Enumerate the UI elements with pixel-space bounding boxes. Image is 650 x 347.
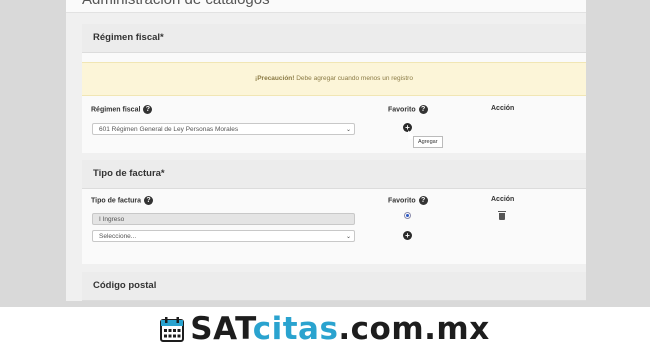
alert-text: Debe agregar cuando menos un registro (294, 75, 413, 82)
codigo-card-title: Código postal (93, 280, 157, 291)
brand-part1: SAT (190, 311, 253, 347)
add-tooltip: Agregar (413, 136, 443, 148)
regimen-card-title: Régimen fiscal* (93, 32, 164, 43)
brand-part2: citas (252, 311, 339, 347)
regimen-column-header: Régimen fiscal? (91, 105, 153, 114)
tipo-select-placeholder: Seleccione... (99, 233, 137, 240)
alert-strong: ¡Precaución! (255, 75, 295, 82)
favorito-radio[interactable] (404, 212, 411, 219)
regimen-select[interactable]: 601 Régimen General de Ley Personas Mora… (92, 123, 355, 135)
app-screen: Administración de catálogos Régimen fisc… (66, 0, 586, 301)
brand-part3: .com.mx (338, 311, 490, 347)
favorito-column-label: Favorito (388, 197, 416, 205)
footer-banner: SATcitas.com.mx (0, 307, 650, 347)
help-icon[interactable]: ? (144, 196, 154, 205)
help-icon[interactable]: ? (418, 196, 428, 205)
calendar-icon (160, 317, 185, 342)
chevron-down-icon: ⌄ (345, 127, 351, 133)
brand-logo[interactable]: SATcitas.com.mx (0, 311, 650, 347)
help-icon[interactable]: ? (143, 105, 153, 114)
tipo-card-title: Tipo de factura* (93, 168, 165, 179)
help-icon[interactable]: ? (418, 105, 428, 114)
video-frame: Administración de catálogos Régimen fisc… (0, 0, 650, 307)
add-tipo-button[interactable]: + (403, 231, 412, 240)
chevron-down-icon: ⌄ (345, 234, 351, 240)
tipo-row-value: I Ingreso (92, 213, 355, 225)
accion-column-header: Acción (491, 196, 515, 203)
favorito-column-header: Favorito? (388, 105, 428, 114)
accion-column-header: Acción (491, 105, 515, 112)
regimen-card-body: ¡Precaución! Debe agregar cuando menos u… (82, 53, 586, 153)
tipo-card-body: Tipo de factura? Favorito? Acción I Ingr… (82, 189, 586, 264)
trash-icon[interactable] (498, 211, 506, 220)
tipo-card-header[interactable]: Tipo de factura* (82, 160, 586, 189)
tipo-column-label: Tipo de factura (91, 197, 142, 205)
favorito-column-header: Favorito? (388, 196, 428, 205)
warning-alert: ¡Precaución! Debe agregar cuando menos u… (82, 62, 586, 96)
regimen-card-header[interactable]: Régimen fiscal* (82, 24, 586, 53)
tipo-column-header: Tipo de factura? (91, 196, 154, 205)
page-title: Administración de catálogos (82, 0, 270, 8)
codigo-card-header[interactable]: Código postal (82, 272, 586, 301)
favorito-column-label: Favorito (388, 106, 416, 114)
regimen-column-label: Régimen fiscal (91, 106, 141, 114)
tipo-select[interactable]: Seleccione... ⌄ (92, 230, 355, 242)
regimen-select-value: 601 Régimen General de Ley Personas Mora… (99, 126, 239, 133)
page-header: Administración de catálogos (66, 0, 586, 13)
tipo-row-text: I Ingreso (99, 216, 125, 223)
